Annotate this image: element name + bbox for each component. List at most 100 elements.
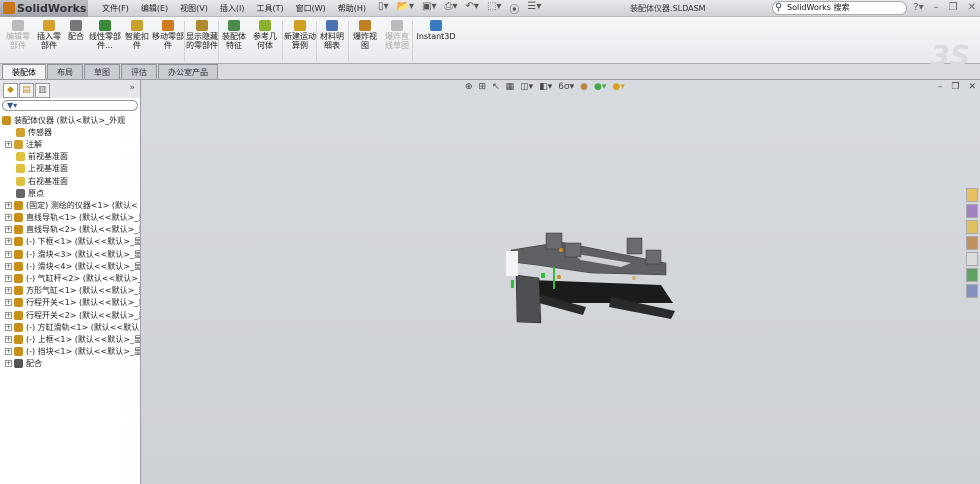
help-icon[interactable]: ?▾ <box>913 2 923 13</box>
menu-item[interactable]: 插入(I) <box>214 3 251 14</box>
save-icon[interactable]: ▣▾ <box>422 1 436 16</box>
tab-4[interactable]: 办公室产品 <box>158 64 218 79</box>
expand-toggle[interactable]: + <box>5 299 12 307</box>
expand-toggle[interactable]: + <box>5 226 12 234</box>
tab-0[interactable]: 装配体 <box>2 64 46 79</box>
viewport-close-button[interactable]: ✕ <box>968 82 976 92</box>
view-palette-icon[interactable] <box>966 252 978 266</box>
open-icon[interactable]: 📂▾ <box>397 1 414 16</box>
expand-toggle[interactable]: + <box>5 250 12 258</box>
graphics-area[interactable]: ⊕ ⊞ ↖ ▦ ◫▾ ◧▾ 6σ▾ ● ●▾ ●▾ – ❐ ✕ <box>141 80 980 484</box>
tree-item[interactable]: + (固定) 测绘的仪器<1> (默认< <box>0 199 140 211</box>
print-icon[interactable]: ⎙▾ <box>445 1 458 16</box>
ribbon-button[interactable]: 参考几何体 <box>250 20 280 50</box>
appearances-icon[interactable] <box>966 268 978 282</box>
expand-toggle[interactable]: + <box>5 348 12 356</box>
ribbon-button[interactable]: 智能扣件 <box>124 20 150 50</box>
tree-item[interactable]: + (-) 方缸滑轨<1> (默认<<默认 <box>0 321 140 333</box>
viewport-minimize-button[interactable]: – <box>938 82 943 92</box>
ribbon-button[interactable]: 装配体特征 <box>220 20 248 50</box>
menu-item[interactable]: 帮助(H) <box>332 3 372 14</box>
ribbon-button[interactable]: Instant3D <box>414 20 458 41</box>
options-icon[interactable]: ☰▾ <box>527 1 541 16</box>
search-input[interactable]: ⚲ SolidWorks 搜索 <box>772 1 907 15</box>
tree-item[interactable]: 上视基准面 <box>0 163 140 175</box>
new-document-icon[interactable]: ▯▾ <box>378 1 389 16</box>
section-view-icon[interactable]: ▦ <box>506 82 515 92</box>
feature-tree-tab-icon[interactable]: ◆ <box>3 83 18 98</box>
menu-item[interactable]: 工具(T) <box>250 3 289 14</box>
expand-toggle[interactable]: + <box>5 360 12 368</box>
display-style-icon[interactable]: ◧▾ <box>539 82 552 92</box>
tree-item[interactable]: 原点 <box>0 187 140 199</box>
zoom-to-area-icon[interactable]: ⊞ <box>479 82 487 92</box>
select-icon[interactable]: ⬚▾ <box>487 1 501 16</box>
expand-panel-button[interactable]: » <box>129 83 135 93</box>
undo-icon[interactable]: ↶▾ <box>466 1 479 16</box>
tree-item[interactable]: + 方形气缸<1> (默认<<默认>_显 <box>0 285 140 297</box>
menu-item[interactable]: 文件(F) <box>96 3 135 14</box>
tab-2[interactable]: 草图 <box>84 64 120 79</box>
expand-toggle[interactable]: + <box>5 287 12 295</box>
tree-item[interactable]: + 配合 <box>0 358 140 370</box>
expand-toggle[interactable]: + <box>5 323 12 331</box>
tree-item[interactable]: + 直线导轨<1> (默认<<默认>_显 <box>0 212 140 224</box>
zoom-to-fit-icon[interactable]: ⊕ <box>465 82 473 92</box>
close-button[interactable]: ✕ <box>968 2 976 13</box>
ribbon-button[interactable]: 材料明细表 <box>318 20 346 50</box>
solidworks-resources-icon[interactable] <box>966 188 978 202</box>
tree-item[interactable]: 前视基准面 <box>0 151 140 163</box>
view-settings-icon[interactable]: ●▾ <box>612 82 624 92</box>
expand-toggle[interactable]: + <box>5 262 12 270</box>
ribbon-button[interactable]: 爆炸直线草图 <box>382 20 412 50</box>
tree-item[interactable]: + (-) 挡块<1> (默认<<默认>_显 <box>0 346 140 358</box>
expand-toggle[interactable]: + <box>5 275 12 283</box>
hide-show-items-icon[interactable]: 6σ▾ <box>558 82 574 92</box>
menu-item[interactable]: 视图(V) <box>174 3 214 14</box>
tree-item[interactable]: + 行程开关<1> (默认<<默认>_显 <box>0 297 140 309</box>
tree-item[interactable]: + (-) 上框<1> (默认<<默认>_显 <box>0 333 140 345</box>
ribbon-button[interactable]: 显示隐藏的零部件 <box>186 20 218 50</box>
ribbon-button[interactable]: 编辑零部件 <box>4 20 32 50</box>
ribbon-button[interactable]: 配合 <box>66 20 86 41</box>
tree-item[interactable]: + (-) 滑块<3> (默认<<默认>_显 <box>0 248 140 260</box>
ribbon-button[interactable]: 线性零部件... <box>88 20 122 50</box>
view-orientation-icon[interactable]: ◫▾ <box>520 82 533 92</box>
expand-toggle[interactable]: + <box>5 238 12 246</box>
tree-item[interactable]: + (-) 气缸杆<2> (默认<<默认>_ <box>0 272 140 284</box>
ribbon-button[interactable]: 新建运动算例 <box>284 20 316 50</box>
ribbon-button[interactable]: 爆炸视图 <box>350 20 380 50</box>
tab-3[interactable]: 评估 <box>121 64 157 79</box>
custom-properties-icon[interactable] <box>966 284 978 298</box>
expand-toggle[interactable]: + <box>5 311 12 319</box>
filter-input[interactable]: ▼▾ <box>2 100 138 111</box>
expand-toggle[interactable]: + <box>5 201 12 209</box>
configuration-manager-tab-icon[interactable]: ▥ <box>35 83 50 98</box>
tree-item[interactable]: + 注解 <box>0 138 140 150</box>
ribbon-button[interactable]: 移动零部件 <box>152 20 184 50</box>
apply-scene-icon[interactable]: ●▾ <box>594 82 606 92</box>
minimize-button[interactable]: – <box>934 2 939 13</box>
previous-view-icon[interactable]: ↖ <box>492 82 500 92</box>
tree-item[interactable]: 装配体仪器 (默认<默认>_外观 <box>0 114 140 126</box>
tree-item[interactable]: 传感器 <box>0 126 140 138</box>
tab-1[interactable]: 布局 <box>47 64 83 79</box>
menu-item[interactable]: 编辑(E) <box>135 3 174 14</box>
tree-item[interactable]: + 直线导轨<2> (默认<<默认>_显 <box>0 224 140 236</box>
edit-appearance-icon[interactable]: ● <box>580 82 588 92</box>
design-library-icon[interactable] <box>966 204 978 218</box>
viewport-restore-button[interactable]: ❐ <box>951 82 959 92</box>
rebuild-icon[interactable]: ⦿ <box>509 1 519 16</box>
file-explorer-icon[interactable] <box>966 220 978 234</box>
menu-item[interactable]: 窗口(W) <box>290 3 332 14</box>
expand-toggle[interactable]: + <box>5 335 12 343</box>
ribbon-button[interactable]: 插入零部件 <box>34 20 64 50</box>
tree-item[interactable]: + (-) 滑块<4> (默认<<默认>_显 <box>0 260 140 272</box>
assembly-model[interactable] <box>491 225 691 335</box>
tree-item[interactable]: + 行程开关<2> (默认<<默认>_显 <box>0 309 140 321</box>
property-manager-tab-icon[interactable]: ▤ <box>19 83 34 98</box>
solidworks-logo[interactable]: SolidWorks <box>0 0 88 17</box>
restore-button[interactable]: ❐ <box>949 2 958 13</box>
expand-toggle[interactable]: + <box>5 140 12 148</box>
tree-item[interactable]: 右视基准面 <box>0 175 140 187</box>
